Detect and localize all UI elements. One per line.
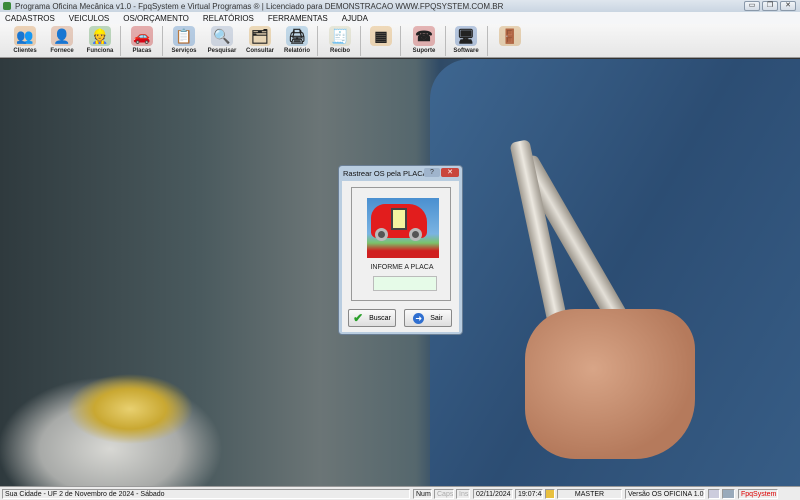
toolbar-separator bbox=[317, 26, 318, 56]
users-icon: 👥 bbox=[14, 26, 36, 46]
toolbar-label: Consultar bbox=[245, 48, 274, 54]
menu-veiculos[interactable]: VEICULOS bbox=[69, 14, 109, 23]
menu-relatorios[interactable]: RELATÓRIOS bbox=[203, 14, 254, 23]
checkmark-icon: ✔ bbox=[353, 311, 364, 325]
track-os-dialog: Rastrear OS pela PLACA ? ✕ INFORME A PLA… bbox=[338, 165, 463, 335]
toolbar-separator bbox=[445, 26, 446, 56]
receipt-icon: 🧾 bbox=[329, 26, 351, 46]
toolbar-separator bbox=[400, 26, 401, 56]
status-location: Sua Cidade - UF 2 de Novembro de 2024 - … bbox=[2, 489, 410, 499]
toolbar-button-funciona[interactable]: 👷 Funciona bbox=[81, 25, 119, 57]
toolbar-button-serviços[interactable]: 📋 Serviços bbox=[165, 25, 203, 57]
status-caps: Caps bbox=[434, 489, 454, 499]
clipboard-icon: 📋 bbox=[173, 26, 195, 46]
menu-ajuda[interactable]: AJUDA bbox=[342, 14, 368, 23]
printer-icon: 🖨 bbox=[286, 26, 308, 46]
toolbar-label: Clientes bbox=[13, 48, 37, 54]
support-icon: ☎ bbox=[413, 26, 435, 46]
status-brand: FpqSystem bbox=[738, 489, 778, 499]
search-button[interactable]: ✔ Buscar bbox=[348, 309, 396, 327]
calculator-icon: ▦ bbox=[370, 26, 392, 46]
toolbar-label: Funciona bbox=[86, 48, 114, 54]
status-user: MASTER bbox=[557, 489, 622, 499]
help-button[interactable]: ? bbox=[424, 168, 440, 177]
toolbar-separator bbox=[360, 26, 361, 56]
search-button-label: Buscar bbox=[369, 314, 391, 322]
status-num: Num bbox=[413, 489, 432, 499]
computer-icon bbox=[722, 489, 735, 499]
toolbar-button-pesquisar[interactable]: 🔍 Pesquisar bbox=[203, 25, 241, 57]
arrow-right-icon: ➜ bbox=[413, 312, 425, 324]
status-version: Versão OS OFICINA 1.0 bbox=[625, 489, 705, 499]
toolbar-label: Serviços bbox=[171, 48, 197, 54]
car-icon: 🚗 bbox=[131, 26, 153, 46]
employee-icon: 👷 bbox=[89, 26, 111, 46]
toolbar-label: Recibo bbox=[329, 48, 350, 54]
toolbar-button-calculator[interactable]: ▦ bbox=[362, 25, 400, 57]
toolbar-button-consultar[interactable]: 🗂 Consultar bbox=[241, 25, 279, 57]
toolbar-label: Suporte bbox=[412, 48, 436, 54]
search-icon: 🔍 bbox=[211, 26, 233, 46]
toolbar-label: Fornece bbox=[50, 48, 74, 54]
toolbar-label: Software bbox=[453, 48, 479, 54]
menu-bar: CADASTROS VEICULOS OS/ORÇAMENTO RELATÓRI… bbox=[0, 12, 800, 24]
toolbar-button-software[interactable]: 🖥 Software bbox=[447, 25, 485, 57]
dialog-close-button[interactable]: ✕ bbox=[441, 168, 459, 177]
toolbar-button-fornece[interactable]: 👤 Fornece bbox=[43, 25, 81, 57]
menu-ferramentas[interactable]: FERRAMENTAS bbox=[268, 14, 328, 23]
menu-os-orcamento[interactable]: OS/ORÇAMENTO bbox=[123, 14, 189, 23]
toolbar-label: Placas bbox=[132, 48, 152, 54]
toolbar-button-relatório[interactable]: 🖨 Relatório bbox=[278, 25, 316, 57]
plate-label: INFORME A PLACA bbox=[370, 264, 434, 271]
monitor-icon: 🖥 bbox=[455, 26, 477, 46]
car-illustration bbox=[367, 198, 439, 258]
toolbar-label: Pesquisar bbox=[207, 48, 237, 54]
menu-cadastros[interactable]: CADASTROS bbox=[5, 14, 55, 23]
exit-button-label: Sair bbox=[430, 314, 443, 322]
toolbar-button-suporte[interactable]: ☎ Suporte bbox=[405, 25, 443, 57]
minimize-button[interactable]: ▭ bbox=[744, 1, 760, 11]
toolbar: 👥 Clientes 👤 Fornece 👷 Funciona 🚗 Placas 📋 Serviç… bbox=[0, 24, 800, 58]
toolbar-button-placas[interactable]: 🚗 Placas bbox=[123, 25, 161, 57]
title-bar: Programa Oficina Mecânica v1.0 - FpqSyst… bbox=[0, 0, 800, 12]
status-bar: Sua Cidade - UF 2 de Novembro de 2024 - … bbox=[0, 486, 800, 500]
exit-button[interactable]: ➜ Sair bbox=[404, 309, 452, 327]
status-ins: Ins bbox=[456, 489, 470, 499]
disk-icon bbox=[708, 489, 720, 499]
status-time: 19:07:44 bbox=[515, 489, 543, 499]
mechanic-hand bbox=[525, 309, 695, 459]
user-icon bbox=[545, 489, 555, 499]
toolbar-button-recibo[interactable]: 🧾 Recibo bbox=[321, 25, 359, 57]
toolbar-separator bbox=[487, 26, 488, 56]
toolbar-label: Relatório bbox=[283, 48, 310, 54]
restore-button[interactable]: ❐ bbox=[762, 1, 778, 11]
exit-icon: 🚪 bbox=[499, 26, 521, 46]
status-date: 02/11/2024 bbox=[473, 489, 513, 499]
plate-input[interactable] bbox=[373, 276, 437, 291]
toolbar-button-clientes[interactable]: 👥 Clientes bbox=[6, 25, 44, 57]
toolbar-separator bbox=[120, 26, 121, 56]
window-title: Programa Oficina Mecânica v1.0 - FpqSyst… bbox=[15, 1, 504, 11]
supplier-icon: 👤 bbox=[51, 26, 73, 46]
toolbar-button-exit[interactable]: 🚪 bbox=[491, 25, 529, 57]
toolbar-separator bbox=[162, 26, 163, 56]
folder-icon: 🗂 bbox=[249, 26, 271, 46]
app-icon bbox=[3, 2, 11, 10]
plate-group: INFORME A PLACA bbox=[351, 187, 451, 301]
close-button[interactable]: ✕ bbox=[780, 1, 796, 11]
